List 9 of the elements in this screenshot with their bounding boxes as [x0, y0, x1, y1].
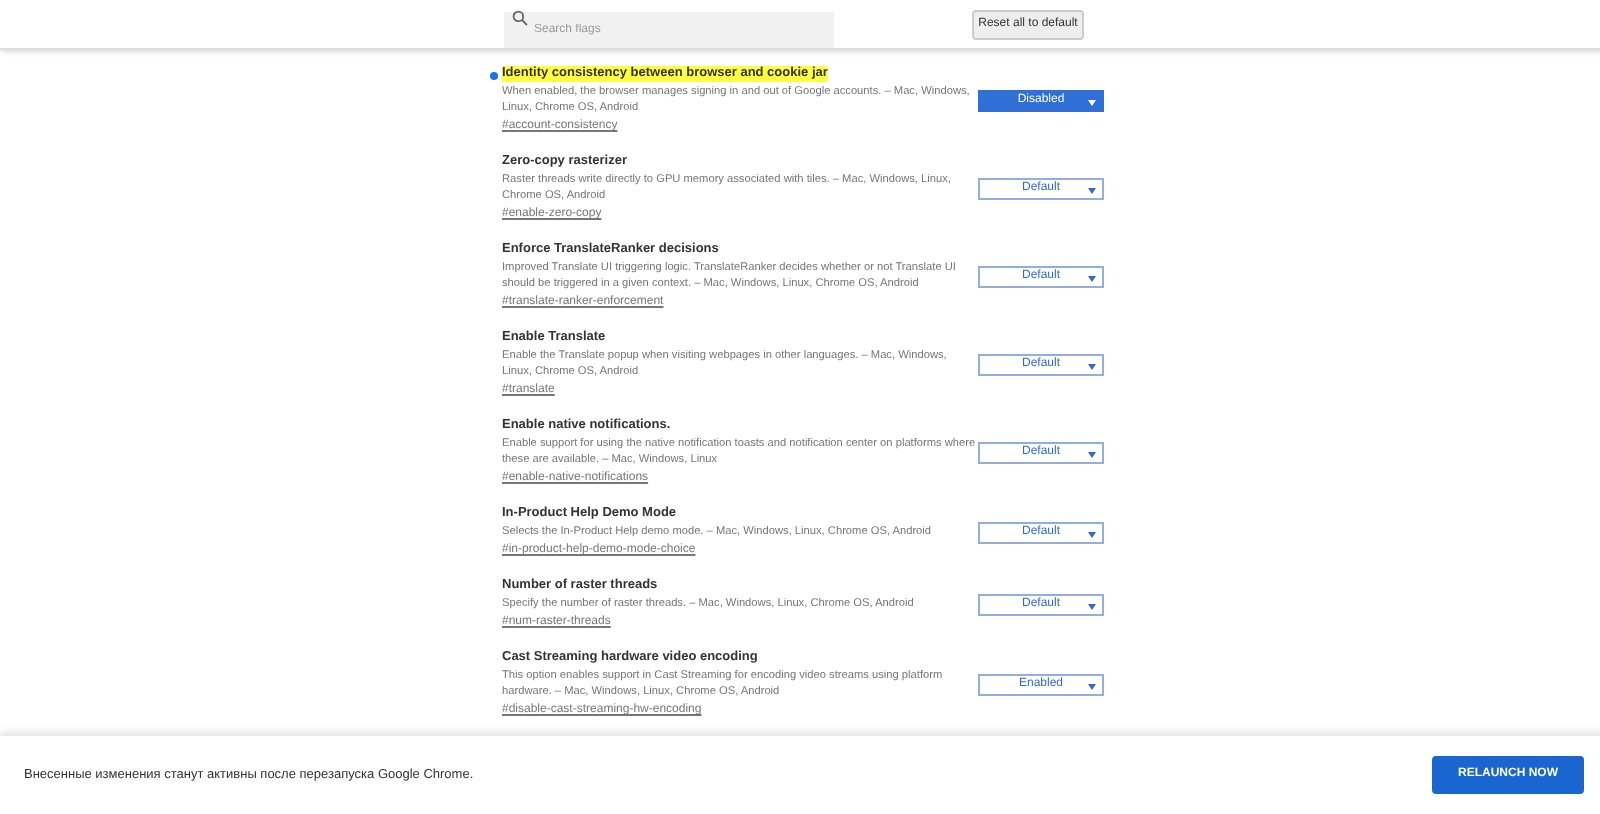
dropdown-arrow-icon	[1088, 683, 1096, 689]
search-icon	[512, 10, 528, 26]
dropdown-arrow-icon	[1088, 99, 1096, 105]
dropdown-arrow-icon	[1088, 275, 1096, 281]
dropdown-arrow-icon	[1088, 531, 1096, 537]
dropdown-arrow-icon	[1088, 187, 1096, 193]
dropdown-arrow-icon	[1088, 603, 1096, 609]
dropdown-arrow-icon	[1088, 451, 1096, 457]
dropdown-arrow-icon	[1088, 363, 1096, 369]
